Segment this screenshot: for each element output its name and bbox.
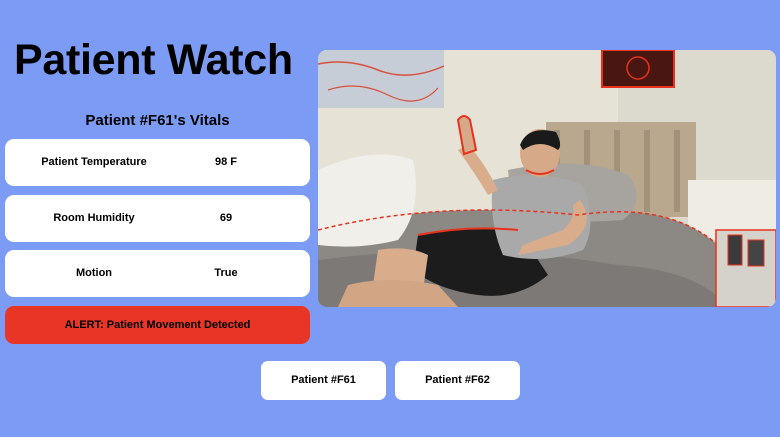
vital-value: 69 [219,212,233,224]
vital-label: Motion [75,267,113,279]
patient-button-f61[interactable]: Patient #F61 [261,361,386,400]
camera-feed [318,50,776,307]
patient-button-f62[interactable]: Patient #F62 [395,361,520,400]
vital-card-humidity: Room Humidity 69 [5,195,310,242]
app-title: Patient Watch [14,36,293,84]
vital-label: Patient Temperature [41,156,147,168]
movement-alert-banner: ALERT: Patient Movement Detected [5,306,310,344]
camera-feed-image [318,50,776,307]
vital-value: True [214,267,238,279]
vital-label: Room Humidity [53,212,135,224]
vital-card-temperature: Patient Temperature 98 F [5,139,310,186]
vital-value: 98 F [214,156,237,168]
vital-card-motion: Motion True [5,250,310,297]
vitals-title: Patient #F61's Vitals [85,112,230,129]
